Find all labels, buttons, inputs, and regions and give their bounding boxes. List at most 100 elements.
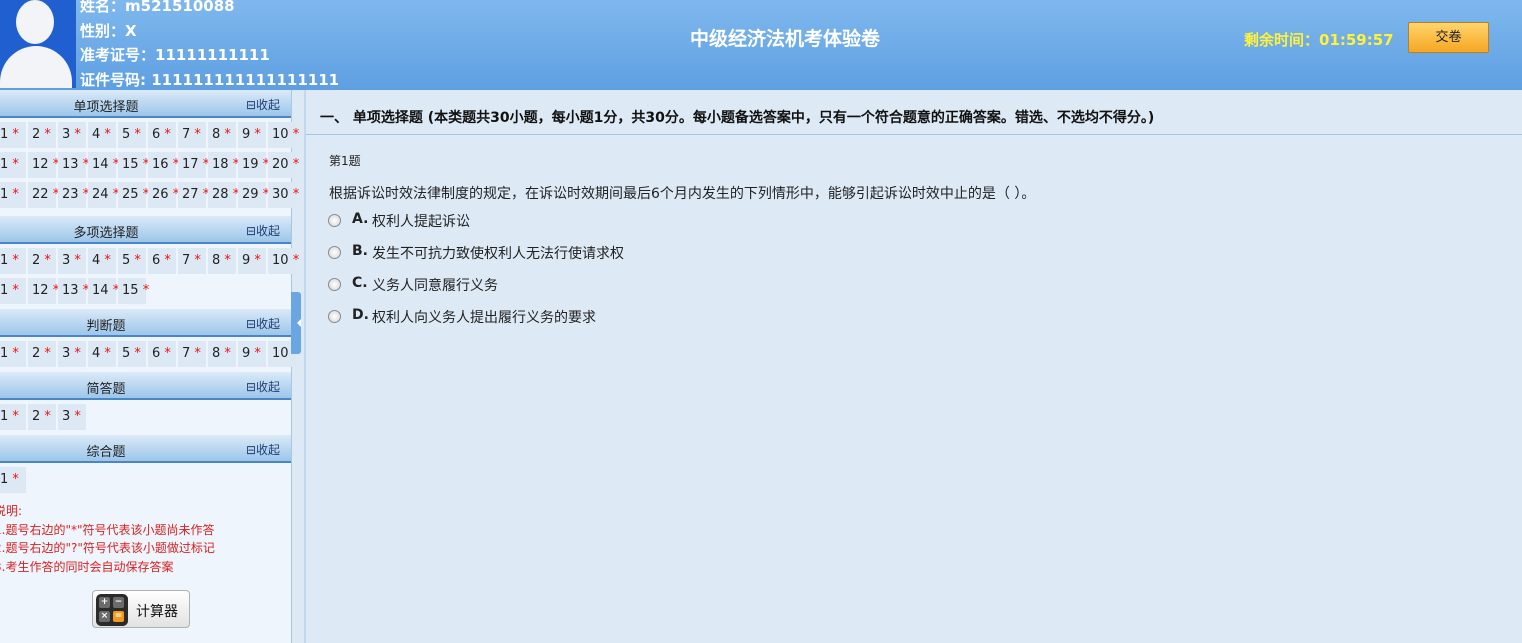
- option-letter: A.: [352, 211, 369, 227]
- question-link-single-choice-16[interactable]: 16 *: [148, 152, 179, 178]
- question-link-true-false-3[interactable]: 3 *: [58, 341, 86, 367]
- question-link-multiple-choice-4[interactable]: 4 *: [88, 248, 116, 274]
- question-link-single-choice-19[interactable]: 19 *: [238, 152, 269, 178]
- unanswered-marker: *: [134, 253, 141, 268]
- question-link-true-false-9[interactable]: 9 *: [238, 341, 266, 367]
- unanswered-marker: *: [224, 346, 231, 361]
- unanswered-marker: *: [254, 253, 261, 268]
- question-link-single-choice-21[interactable]: 1 *: [0, 182, 26, 208]
- calculator-button[interactable]: + − × = 计算器: [92, 590, 190, 628]
- option-radio[interactable]: [328, 246, 341, 259]
- question-link-single-choice-26[interactable]: 26 *: [148, 182, 179, 208]
- option-radio[interactable]: [328, 310, 341, 323]
- option-letter: B.: [352, 243, 368, 259]
- question-link-single-choice-12[interactable]: 12 *: [28, 152, 59, 178]
- question-link-single-choice-25[interactable]: 25 *: [118, 182, 149, 208]
- question-link-single-choice-11[interactable]: 1 *: [0, 152, 26, 178]
- question-link-short-answer-1[interactable]: 1 *: [0, 404, 26, 430]
- question-link-single-choice-22[interactable]: 22 *: [28, 182, 59, 208]
- question-link-multiple-choice-6[interactable]: 6 *: [148, 248, 176, 274]
- question-link-single-choice-4[interactable]: 4 *: [88, 122, 116, 148]
- question-link-true-false-1[interactable]: 1 *: [0, 341, 26, 367]
- question-link-single-choice-24[interactable]: 24 *: [88, 182, 119, 208]
- question-link-single-choice-8[interactable]: 8 *: [208, 122, 236, 148]
- question-link-single-choice-10[interactable]: 10 *: [268, 122, 299, 148]
- question-link-true-false-7[interactable]: 7 *: [178, 341, 206, 367]
- question-link-multiple-choice-1[interactable]: 1 *: [0, 248, 26, 274]
- question-link-single-choice-5[interactable]: 5 *: [118, 122, 146, 148]
- question-number-label: 1: [0, 253, 9, 268]
- option-text: 权利人向义务人提出履行义务的要求: [372, 310, 596, 326]
- question-link-comprehensive-1[interactable]: 1 *: [0, 467, 26, 493]
- question-link-single-choice-15[interactable]: 15 *: [118, 152, 149, 178]
- question-number-label: 4: [92, 253, 101, 268]
- question-number-label: 6: [152, 253, 161, 268]
- question-number-label: 14: [92, 283, 109, 298]
- question-link-multiple-choice-11[interactable]: 1 *: [0, 278, 26, 304]
- sidebar-collapse-handle[interactable]: [291, 292, 301, 354]
- collapse-button[interactable]: ⊟收起: [246, 222, 280, 239]
- question-link-single-choice-2[interactable]: 2 *: [28, 122, 56, 148]
- option-radio[interactable]: [328, 278, 341, 291]
- question-link-multiple-choice-5[interactable]: 5 *: [118, 248, 146, 274]
- question-link-single-choice-28[interactable]: 28 *: [208, 182, 239, 208]
- question-link-multiple-choice-13[interactable]: 13 *: [58, 278, 89, 304]
- unanswered-marker: *: [194, 253, 201, 268]
- question-link-true-false-2[interactable]: 2 *: [28, 341, 56, 367]
- question-link-multiple-choice-2[interactable]: 2 *: [28, 248, 56, 274]
- calc-key-times: ×: [99, 611, 110, 622]
- section-title: 单项选择题: [73, 100, 139, 115]
- question-number-label: 6: [152, 346, 161, 361]
- question-link-single-choice-23[interactable]: 23 *: [58, 182, 89, 208]
- question-number-label: 1: [0, 187, 9, 202]
- question-number-label: 1: [0, 157, 9, 172]
- collapse-button[interactable]: ⊟收起: [246, 96, 280, 113]
- question-link-multiple-choice-8[interactable]: 8 *: [208, 248, 236, 274]
- question-link-single-choice-9[interactable]: 9 *: [238, 122, 266, 148]
- question-link-multiple-choice-10[interactable]: 10 *: [268, 248, 299, 274]
- question-link-short-answer-2[interactable]: 2 *: [28, 404, 56, 430]
- question-link-true-false-8[interactable]: 8 *: [208, 341, 236, 367]
- question-link-single-choice-30[interactable]: 30 *: [268, 182, 299, 208]
- question-link-single-choice-17[interactable]: 17 *: [178, 152, 209, 178]
- question-link-single-choice-20[interactable]: 20 *: [268, 152, 299, 178]
- question-link-single-choice-14[interactable]: 14 *: [88, 152, 119, 178]
- question-link-true-false-5[interactable]: 5 *: [118, 341, 146, 367]
- question-link-single-choice-18[interactable]: 18 *: [208, 152, 239, 178]
- unanswered-marker: *: [292, 187, 300, 202]
- note-line: 3.考生作答的同时会自动保存答案: [0, 559, 174, 574]
- question-link-multiple-choice-9[interactable]: 9 *: [238, 248, 266, 274]
- option-radio[interactable]: [328, 214, 341, 227]
- question-link-single-choice-7[interactable]: 7 *: [178, 122, 206, 148]
- unanswered-marker: *: [224, 127, 231, 142]
- question-link-multiple-choice-12[interactable]: 12 *: [28, 278, 59, 304]
- unanswered-marker: *: [254, 127, 261, 142]
- question-link-single-choice-3[interactable]: 3 *: [58, 122, 86, 148]
- collapse-button[interactable]: ⊟收起: [246, 441, 280, 458]
- question-link-multiple-choice-15[interactable]: 15 *: [118, 278, 149, 304]
- collapse-button[interactable]: ⊟收起: [246, 378, 280, 395]
- question-link-multiple-choice-3[interactable]: 3 *: [58, 248, 86, 274]
- question-link-short-answer-3[interactable]: 3 *: [58, 404, 86, 430]
- question-link-true-false-4[interactable]: 4 *: [88, 341, 116, 367]
- option-text: 发生不可抗力致使权利人无法行使请求权: [372, 246, 624, 262]
- question-number-label: 16: [152, 157, 169, 172]
- section-header-short-answer: 简答题 ⊟收起: [0, 372, 291, 400]
- collapse-button[interactable]: ⊟收起: [246, 315, 280, 332]
- question-text: 根据诉讼时效法律制度的规定，在诉讼时效期间最后6个月内发生的下列情形中，能够引起…: [329, 186, 1036, 202]
- question-number-label: 1: [0, 472, 9, 487]
- question-link-single-choice-13[interactable]: 13 *: [58, 152, 89, 178]
- section-title: 判断题: [86, 319, 126, 334]
- section-title: 简答题: [86, 382, 126, 397]
- question-link-single-choice-6[interactable]: 6 *: [148, 122, 176, 148]
- question-link-multiple-choice-7[interactable]: 7 *: [178, 248, 206, 274]
- question-link-single-choice-29[interactable]: 29 *: [238, 182, 269, 208]
- question-link-single-choice-1[interactable]: 1 *: [0, 122, 26, 148]
- submit-exam-button[interactable]: 交卷: [1408, 22, 1489, 53]
- question-link-multiple-choice-14[interactable]: 14 *: [88, 278, 119, 304]
- question-link-single-choice-27[interactable]: 27 *: [178, 182, 209, 208]
- question-link-true-false-6[interactable]: 6 *: [148, 341, 176, 367]
- question-number-label: 14: [92, 157, 109, 172]
- question-number-label: 2: [32, 409, 41, 424]
- unanswered-marker: *: [12, 187, 19, 202]
